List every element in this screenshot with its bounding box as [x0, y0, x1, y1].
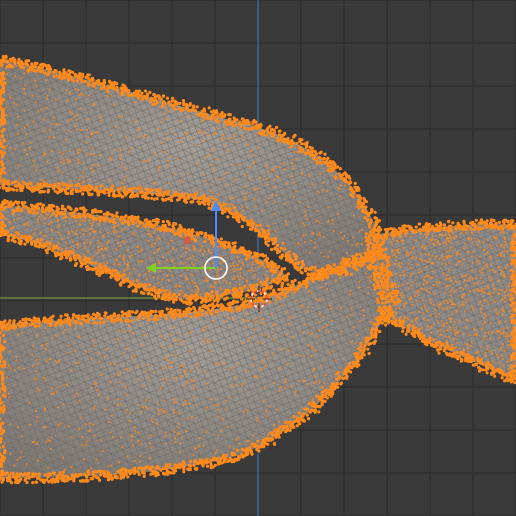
- gizmo-y-handle[interactable]: [184, 237, 191, 244]
- viewport-canvas[interactable]: [0, 0, 516, 516]
- 3d-viewport[interactable]: [0, 0, 516, 516]
